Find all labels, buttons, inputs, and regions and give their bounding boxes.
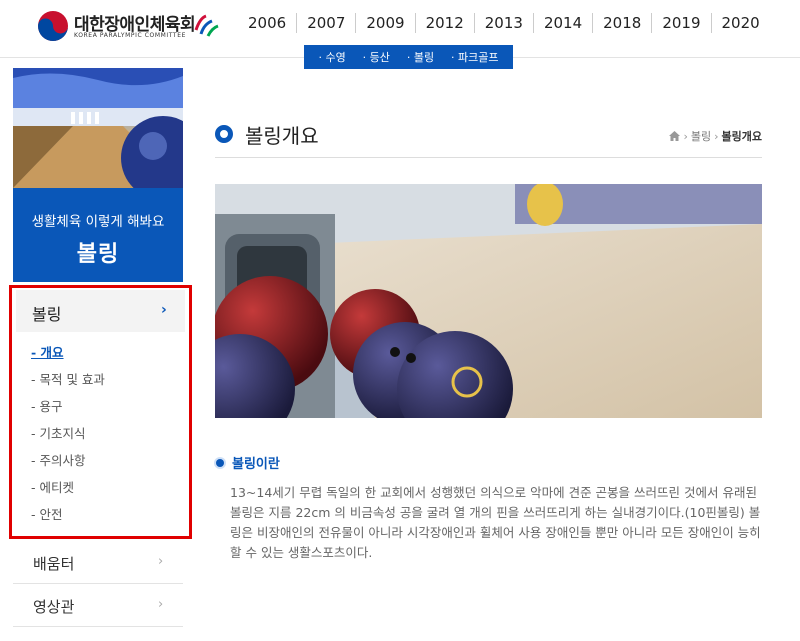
sidebar-item-learning[interactable]: 배움터 › <box>13 542 183 584</box>
sidebar-bowling-photo <box>13 68 183 188</box>
submenu-bowling[interactable]: · 볼링 <box>407 49 434 65</box>
main-bowling-photo <box>215 184 762 418</box>
submenu-item-basics[interactable]: - 기초지식 <box>31 425 105 452</box>
submenu-item-equipment[interactable]: - 용구 <box>31 398 105 425</box>
year-tab-2009[interactable]: 2009 <box>355 13 414 33</box>
title-circle-icon <box>215 125 233 143</box>
submenu-item-overview[interactable]: - 개요 <box>31 344 105 371</box>
year-tab-2019[interactable]: 2019 <box>651 13 710 33</box>
year-tab-2018[interactable]: 2018 <box>592 13 651 33</box>
sidebar-banner: 생활체육 이렇게 해봐요 볼링 <box>13 188 183 282</box>
year-tab-2020[interactable]: 2020 <box>710 13 770 33</box>
chevron-right-icon: › <box>158 554 164 569</box>
breadcrumb-current: 볼링개요 <box>721 130 762 143</box>
year-tab-2013[interactable]: 2013 <box>473 13 533 33</box>
sidebar-item-video[interactable]: 영상관 › <box>13 585 183 627</box>
submenu-hiking[interactable]: · 등산 <box>363 49 390 65</box>
sidebar-banner-title: 볼링 <box>76 242 120 267</box>
sidebar-menu-highlight: 볼링 › - 개요 - 목적 및 효과 - 용구 - 기초지식 - 주의사항 -… <box>9 285 192 539</box>
section-body-text: 13~14세기 무렵 독일의 한 교회에서 성행했던 의식으로 악마에 견준 곤… <box>230 485 761 560</box>
submenu-swimming[interactable]: · 수영 <box>318 49 345 65</box>
submenu-item-cautions[interactable]: - 주의사항 <box>31 452 105 479</box>
sidebar-item-video-label: 영상관 <box>33 598 75 616</box>
submenu-item-etiquette[interactable]: - 에티켓 <box>31 479 105 506</box>
submenu-parkgolf[interactable]: · 파크골프 <box>451 49 498 65</box>
section-title-text: 볼링이란 <box>232 457 280 472</box>
section-title: 볼링이란 <box>216 453 280 472</box>
year-tab-2007[interactable]: 2007 <box>296 13 355 33</box>
sidebar-banner-subtitle: 생활체육 이렇게 해봐요 <box>31 214 165 230</box>
sidebar-submenu-list: - 개요 - 목적 및 효과 - 용구 - 기초지식 - 주의사항 - 에티켓 … <box>31 344 105 533</box>
chevron-right-icon: › <box>158 597 164 612</box>
site-logo[interactable]: 대한장애인체육회 KOREA PARALYMPIC COMMITTEE <box>36 9 226 43</box>
chevron-right-icon: › <box>161 302 167 318</box>
home-icon[interactable] <box>669 131 681 141</box>
submenu-item-purpose[interactable]: - 목적 및 효과 <box>31 371 105 398</box>
page-title-row: 볼링개요 › 볼링 › 볼링개요 <box>215 118 762 158</box>
logo-subtitle: KOREA PARALYMPIC COMMITTEE <box>74 32 186 39</box>
year-tab-2014[interactable]: 2014 <box>532 13 592 33</box>
year-nav: 2006 2007 2009 2012 2013 2014 2018 2019 … <box>238 13 770 33</box>
year-tab-2006[interactable]: 2006 <box>238 13 296 33</box>
sidebar-menu-bowling[interactable]: 볼링 › <box>16 290 185 332</box>
breadcrumb-separator: › <box>683 129 688 143</box>
year-submenu: · 수영 · 등산 · 볼링 · 파크골프 <box>304 45 513 69</box>
sidebar-item-learning-label: 배움터 <box>33 555 75 573</box>
breadcrumb-bowling[interactable]: 볼링 <box>691 128 711 144</box>
sidebar-menu-bowling-label: 볼링 <box>32 305 62 324</box>
submenu-item-safety[interactable]: - 안전 <box>31 506 105 533</box>
bullet-dot-icon <box>216 458 224 467</box>
breadcrumb: › 볼링 › 볼링개요 <box>669 128 762 144</box>
taegeuk-logo-icon <box>38 11 68 41</box>
page-title: 볼링개요 <box>245 124 319 148</box>
breadcrumb-separator: › <box>714 129 719 143</box>
year-tab-2012[interactable]: 2012 <box>414 13 474 33</box>
paralympic-agitos-icon <box>194 14 219 37</box>
